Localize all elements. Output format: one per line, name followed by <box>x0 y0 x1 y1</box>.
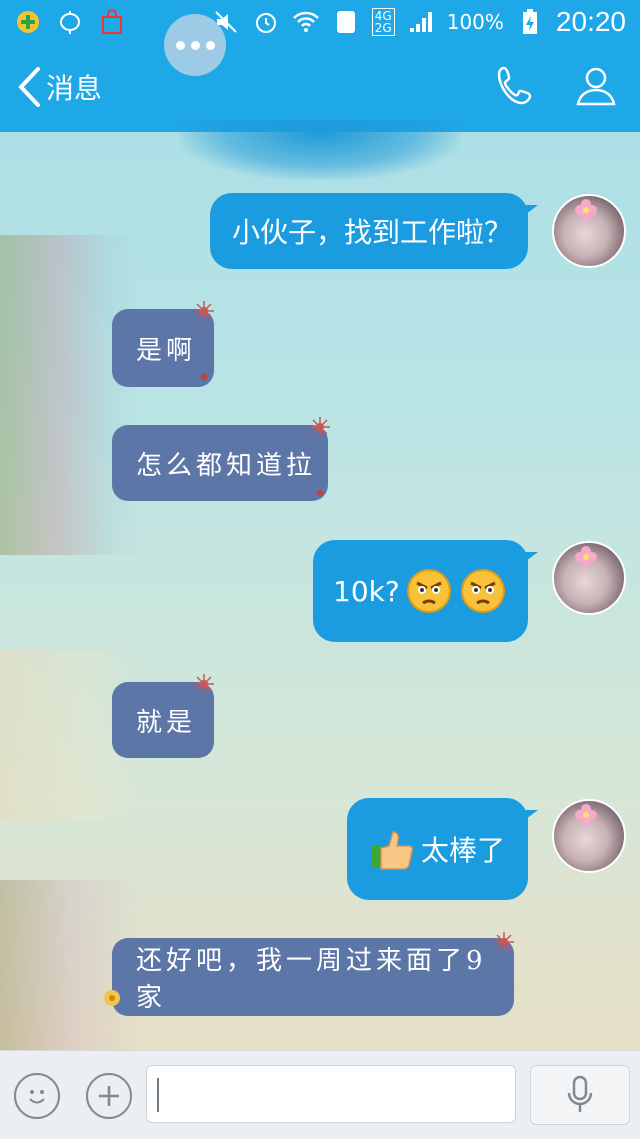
flower-decoration-icon <box>310 417 330 437</box>
my-avatar[interactable] <box>552 541 626 615</box>
microphone-icon <box>567 1075 593 1112</box>
header-paint-decoration <box>180 120 460 180</box>
phone-icon <box>497 66 532 105</box>
message-text: 怎么都知道拉 <box>136 450 317 481</box>
person-icon <box>576 67 616 106</box>
app-notification-icon <box>14 8 42 36</box>
signal-icon <box>407 8 435 36</box>
network-indicator: 4G 2G <box>371 8 395 36</box>
message-row: 是啊 <box>112 301 214 387</box>
message-text: 是啊 <box>136 335 197 366</box>
message-row: 还好吧，我一周过来面了9家 <box>104 932 514 1016</box>
contact-profile-button[interactable] <box>574 64 618 112</box>
clock: 20:20 <box>555 6 626 37</box>
angry-face-icon <box>406 569 451 613</box>
incoming-bubble-decoration <box>0 235 140 555</box>
flower-icon <box>575 546 597 568</box>
shopping-bag-icon <box>98 8 126 36</box>
flower-decoration-icon <box>194 301 214 321</box>
outgoing-message-bubble[interactable]: 小伙子，找到工作啦？ <box>210 193 528 269</box>
plus-icon <box>99 1086 119 1106</box>
outgoing-message-bubble[interactable]: 太棒了 <box>347 798 528 900</box>
flower-decoration-icon <box>494 932 514 952</box>
incoming-message-bubble[interactable]: 还好吧，我一周过来面了9家 <box>112 938 514 1016</box>
back-button[interactable]: 消息 <box>16 66 102 108</box>
flower-decoration-icon <box>200 373 208 381</box>
flower-decoration-icon <box>194 674 214 694</box>
message-row: 小伙子，找到工作啦？ <box>210 193 538 269</box>
smiley-icon <box>29 1090 45 1104</box>
more-options-button[interactable] <box>86 1073 132 1119</box>
outgoing-message-bubble[interactable]: 10k? <box>313 540 528 642</box>
lantern-icon <box>56 8 84 36</box>
my-avatar[interactable] <box>552 799 626 873</box>
thumbs-up-icon <box>371 831 414 870</box>
battery-percentage: 100% <box>446 10 504 34</box>
back-label: 消息 <box>46 72 103 105</box>
my-avatar[interactable] <box>552 194 626 268</box>
text-cursor <box>157 1078 159 1112</box>
flower-decoration-icon <box>104 990 120 1006</box>
message-text: 太棒了 <box>421 834 506 867</box>
floating-menu-button[interactable] <box>164 14 226 76</box>
voice-input-button[interactable] <box>530 1065 630 1125</box>
nfc-icon <box>332 8 360 36</box>
message-row: 10k? <box>313 540 538 642</box>
message-row: 就是 <box>112 674 214 758</box>
battery-charging-icon <box>516 8 544 36</box>
incoming-message-bubble[interactable]: 怎么都知道拉 <box>112 425 328 501</box>
message-text-input[interactable] <box>146 1065 516 1123</box>
message-row: 太棒了 <box>347 798 538 900</box>
angry-face-icon <box>460 569 505 613</box>
alarm-icon <box>252 8 280 36</box>
emoji-button[interactable] <box>14 1073 60 1119</box>
message-input-bar <box>0 1050 640 1139</box>
wifi-icon <box>292 8 320 36</box>
message-row: 怎么都知道拉 <box>112 417 330 501</box>
status-bar: 4G 2G 100% 20:20 <box>0 0 640 46</box>
flower-decoration-icon <box>316 489 324 497</box>
message-text: 10k? <box>333 574 400 608</box>
message-text: 还好吧，我一周过来面了9家 <box>136 946 487 1013</box>
network-2g-label: 2G <box>374 21 392 35</box>
call-button[interactable] <box>494 64 538 112</box>
flower-icon <box>575 804 597 826</box>
flower-icon <box>575 199 597 221</box>
message-text: 就是 <box>136 707 197 738</box>
message-text: 小伙子，找到工作啦？ <box>232 216 513 249</box>
chevron-left-icon <box>18 67 40 107</box>
